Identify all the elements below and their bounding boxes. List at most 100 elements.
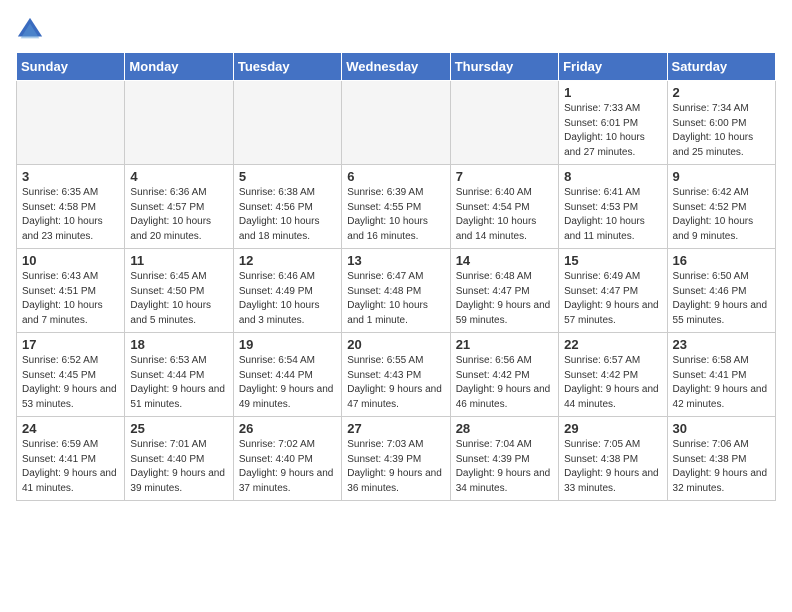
day-info: Sunrise: 6:56 AM Sunset: 4:42 PM Dayligh… (456, 354, 553, 412)
calendar-cell: 1 Sunrise: 7:33 AM Sunset: 6:01 PM Daylig… (559, 81, 667, 165)
calendar-cell (342, 81, 450, 165)
calendar-cell: 19Sunrise: 6:54 AM Sunset: 4:44 PM Dayli… (233, 333, 341, 417)
day-info: Sunrise: 7:33 AM Sunset: 6:01 PM Dayligh… (564, 102, 661, 160)
calendar-cell (125, 81, 233, 165)
calendar-week-row: 10 Sunrise: 6:43 AM Sunset: 4:51 PM Dayli… (17, 249, 776, 333)
calendar-cell: 24 Sunrise: 6:59 AM Sunset: 4:41 PM Dayli… (17, 417, 125, 501)
calendar-week-row: 1 Sunrise: 7:33 AM Sunset: 6:01 PM Daylig… (17, 81, 776, 165)
day-info: Sunrise: 6:49 AM Sunset: 4:47 PM Dayligh… (564, 270, 661, 328)
calendar-cell: 21 Sunrise: 6:56 AM Sunset: 4:42 PM Dayli… (450, 333, 558, 417)
calendar-cell: 12 Sunrise: 6:46 AM Sunset: 4:49 PM Dayli… (233, 249, 341, 333)
day-info: Sunrise: 6:55 AM Sunset: 4:43 PM Dayligh… (347, 354, 444, 412)
calendar-cell: 10 Sunrise: 6:43 AM Sunset: 4:51 PM Dayli… (17, 249, 125, 333)
day-info: Sunrise: 6:42 AM Sunset: 4:52 PM Dayligh… (673, 186, 770, 244)
day-info: Sunrise: 7:02 AM Sunset: 4:40 PM Dayligh… (239, 438, 336, 496)
day-number: 9 (673, 169, 770, 184)
day-of-week-header: Saturday (667, 53, 775, 81)
calendar-cell: 14 Sunrise: 6:48 AM Sunset: 4:47 PM Dayli… (450, 249, 558, 333)
day-number: 27 (347, 421, 444, 436)
calendar-cell (233, 81, 341, 165)
day-info: Sunrise: 7:04 AM Sunset: 4:39 PM Dayligh… (456, 438, 553, 496)
day-number: 1 (564, 85, 661, 100)
day-number: 25 (130, 421, 227, 436)
day-number: 23 (673, 337, 770, 352)
calendar-week-row: 24 Sunrise: 6:59 AM Sunset: 4:41 PM Dayli… (17, 417, 776, 501)
day-info: Sunrise: 7:05 AM Sunset: 4:38 PM Dayligh… (564, 438, 661, 496)
day-info: Sunrise: 6:45 AM Sunset: 4:50 PM Dayligh… (130, 270, 227, 328)
calendar-week-row: 17 Sunrise: 6:52 AM Sunset: 4:45 PM Dayli… (17, 333, 776, 417)
calendar-cell: 23 Sunrise: 6:58 AM Sunset: 4:41 PM Dayli… (667, 333, 775, 417)
day-number: 12 (239, 253, 336, 268)
day-info: Sunrise: 7:34 AM Sunset: 6:00 PM Dayligh… (673, 102, 770, 160)
day-info: Sunrise: 6:57 AM Sunset: 4:42 PM Dayligh… (564, 354, 661, 412)
calendar-cell: 27 Sunrise: 7:03 AM Sunset: 4:39 PM Dayli… (342, 417, 450, 501)
calendar-cell: 4Sunrise: 6:36 AM Sunset: 4:57 PM Daylig… (125, 165, 233, 249)
calendar-cell: 8 Sunrise: 6:41 AM Sunset: 4:53 PM Daylig… (559, 165, 667, 249)
calendar-table: SundayMondayTuesdayWednesdayThursdayFrid… (16, 52, 776, 501)
calendar-cell: 13 Sunrise: 6:47 AM Sunset: 4:48 PM Dayli… (342, 249, 450, 333)
day-info: Sunrise: 6:52 AM Sunset: 4:45 PM Dayligh… (22, 354, 119, 412)
calendar-week-row: 3 Sunrise: 6:35 AM Sunset: 4:58 PM Daylig… (17, 165, 776, 249)
day-of-week-header: Tuesday (233, 53, 341, 81)
day-number: 5 (239, 169, 336, 184)
day-of-week-header: Monday (125, 53, 233, 81)
day-number: 16 (673, 253, 770, 268)
day-info: Sunrise: 6:40 AM Sunset: 4:54 PM Dayligh… (456, 186, 553, 244)
day-number: 6 (347, 169, 444, 184)
day-number: 28 (456, 421, 553, 436)
day-number: 18 (130, 337, 227, 352)
day-info: Sunrise: 6:50 AM Sunset: 4:46 PM Dayligh… (673, 270, 770, 328)
day-number: 19 (239, 337, 336, 352)
day-number: 13 (347, 253, 444, 268)
day-number: 11 (130, 253, 227, 268)
day-number: 10 (22, 253, 119, 268)
day-info: Sunrise: 6:47 AM Sunset: 4:48 PM Dayligh… (347, 270, 444, 328)
day-of-week-header: Wednesday (342, 53, 450, 81)
calendar-cell: 22 Sunrise: 6:57 AM Sunset: 4:42 PM Dayli… (559, 333, 667, 417)
calendar-cell: 17 Sunrise: 6:52 AM Sunset: 4:45 PM Dayli… (17, 333, 125, 417)
calendar-cell: 11 Sunrise: 6:45 AM Sunset: 4:50 PM Dayli… (125, 249, 233, 333)
day-number: 20 (347, 337, 444, 352)
day-number: 29 (564, 421, 661, 436)
calendar-cell: 9 Sunrise: 6:42 AM Sunset: 4:52 PM Daylig… (667, 165, 775, 249)
day-number: 26 (239, 421, 336, 436)
calendar-cell: 29 Sunrise: 7:05 AM Sunset: 4:38 PM Dayli… (559, 417, 667, 501)
day-number: 22 (564, 337, 661, 352)
calendar-cell: 15 Sunrise: 6:49 AM Sunset: 4:47 PM Dayli… (559, 249, 667, 333)
calendar-cell: 16 Sunrise: 6:50 AM Sunset: 4:46 PM Dayli… (667, 249, 775, 333)
day-number: 14 (456, 253, 553, 268)
day-info: Sunrise: 6:58 AM Sunset: 4:41 PM Dayligh… (673, 354, 770, 412)
day-number: 30 (673, 421, 770, 436)
calendar-cell: 20 Sunrise: 6:55 AM Sunset: 4:43 PM Dayli… (342, 333, 450, 417)
calendar-cell: 30Sunrise: 7:06 AM Sunset: 4:38 PM Dayli… (667, 417, 775, 501)
day-number: 24 (22, 421, 119, 436)
day-info: Sunrise: 7:01 AM Sunset: 4:40 PM Dayligh… (130, 438, 227, 496)
day-of-week-header: Friday (559, 53, 667, 81)
day-info: Sunrise: 6:59 AM Sunset: 4:41 PM Dayligh… (22, 438, 119, 496)
calendar-cell: 5 Sunrise: 6:38 AM Sunset: 4:56 PM Daylig… (233, 165, 341, 249)
day-number: 17 (22, 337, 119, 352)
day-info: Sunrise: 6:35 AM Sunset: 4:58 PM Dayligh… (22, 186, 119, 244)
day-number: 15 (564, 253, 661, 268)
calendar-cell (450, 81, 558, 165)
day-info: Sunrise: 6:48 AM Sunset: 4:47 PM Dayligh… (456, 270, 553, 328)
day-info: Sunrise: 6:38 AM Sunset: 4:56 PM Dayligh… (239, 186, 336, 244)
calendar-cell: 2Sunrise: 7:34 AM Sunset: 6:00 PM Daylig… (667, 81, 775, 165)
day-number: 4 (130, 169, 227, 184)
calendar-cell: 7Sunrise: 6:40 AM Sunset: 4:54 PM Daylig… (450, 165, 558, 249)
calendar-cell: 3 Sunrise: 6:35 AM Sunset: 4:58 PM Daylig… (17, 165, 125, 249)
day-info: Sunrise: 6:43 AM Sunset: 4:51 PM Dayligh… (22, 270, 119, 328)
calendar-cell: 6Sunrise: 6:39 AM Sunset: 4:55 PM Daylig… (342, 165, 450, 249)
day-number: 21 (456, 337, 553, 352)
day-info: Sunrise: 6:41 AM Sunset: 4:53 PM Dayligh… (564, 186, 661, 244)
day-number: 8 (564, 169, 661, 184)
day-of-week-header: Thursday (450, 53, 558, 81)
calendar-cell: 26 Sunrise: 7:02 AM Sunset: 4:40 PM Dayli… (233, 417, 341, 501)
page-header (16, 16, 776, 44)
day-info: Sunrise: 6:46 AM Sunset: 4:49 PM Dayligh… (239, 270, 336, 328)
day-info: Sunrise: 7:03 AM Sunset: 4:39 PM Dayligh… (347, 438, 444, 496)
logo (16, 16, 48, 44)
calendar-cell (17, 81, 125, 165)
day-of-week-header: Sunday (17, 53, 125, 81)
day-number: 3 (22, 169, 119, 184)
